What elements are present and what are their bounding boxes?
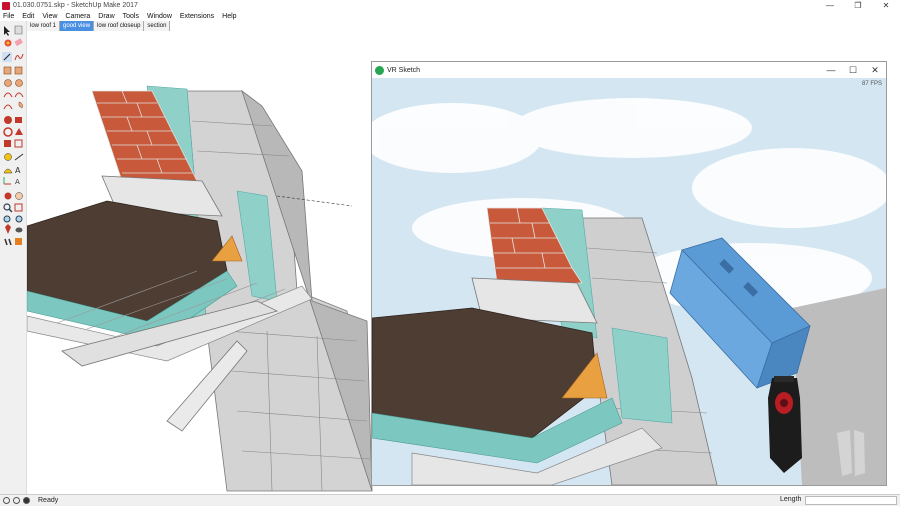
previous-view-icon[interactable] <box>15 215 23 223</box>
sketchup-app: 01.030.0751.skp - SketchUp Make 2017 — ❐… <box>0 0 900 506</box>
tab-good-view[interactable]: good view <box>60 21 95 31</box>
menu-camera[interactable]: Camera <box>65 13 90 20</box>
maximize-button[interactable]: ❐ <box>844 0 872 11</box>
vr-close-button[interactable]: ✕ <box>864 62 886 78</box>
toolbar-icons: A A <box>2 25 24 246</box>
zoom-icon[interactable] <box>3 203 13 213</box>
polygon-icon[interactable] <box>15 79 23 87</box>
make-component-icon[interactable] <box>14 25 23 35</box>
freehand-icon[interactable] <box>14 53 24 61</box>
menu-file[interactable]: File <box>3 13 14 20</box>
axes-icon[interactable] <box>3 177 11 185</box>
svg-text:A: A <box>15 178 20 186</box>
scale-icon[interactable] <box>4 140 11 147</box>
move-icon[interactable] <box>4 116 12 124</box>
status-bar: Ready Length <box>0 494 900 506</box>
section-plane-icon[interactable] <box>15 238 22 245</box>
vr-controller-icon <box>768 376 802 473</box>
menu-extensions[interactable]: Extensions <box>180 13 214 20</box>
vr-title-bar: VR Sketch <box>372 62 886 78</box>
tab-low-roof-closeup[interactable]: low roof closeup <box>94 21 145 31</box>
window-title: 01.030.0751.skp - SketchUp Make 2017 <box>13 2 138 9</box>
select-tool-icon[interactable] <box>4 26 10 36</box>
close-button[interactable]: ✕ <box>872 0 900 11</box>
vr-window-title: VR Sketch <box>387 66 421 74</box>
arc-icon[interactable] <box>3 92 13 98</box>
credits-icon[interactable] <box>13 497 20 504</box>
offset-icon[interactable] <box>14 139 23 148</box>
two-point-arc-icon[interactable] <box>14 92 24 98</box>
fps-counter: 87 FPS <box>861 81 882 87</box>
menu-tools[interactable]: Tools <box>123 13 139 20</box>
menu-bar: File Edit View Camera Draw Tools Window … <box>0 11 900 21</box>
tab-section[interactable]: section <box>144 21 171 31</box>
vr-sketch-window[interactable]: VR Sketch — ☐ ✕ 87 FPS <box>371 61 887 486</box>
eraser-icon[interactable] <box>14 38 23 47</box>
protractor-icon[interactable] <box>3 168 13 174</box>
user-icon[interactable] <box>23 497 30 504</box>
measurements-input[interactable] <box>805 496 897 505</box>
three-point-arc-icon[interactable] <box>3 104 13 110</box>
status-text: Ready <box>38 497 59 504</box>
circle-icon[interactable] <box>4 79 12 87</box>
pan-icon[interactable] <box>15 192 23 200</box>
paint-bucket-icon[interactable] <box>4 39 12 47</box>
look-around-icon[interactable] <box>15 227 23 233</box>
minimize-button[interactable]: — <box>816 0 844 11</box>
menu-view[interactable]: View <box>42 13 57 20</box>
tape-measure-icon[interactable] <box>4 153 12 161</box>
rectangle-icon[interactable] <box>3 66 12 75</box>
sketchup-logo-icon <box>2 1 10 10</box>
menu-edit[interactable]: Edit <box>22 13 34 20</box>
dimension-icon[interactable] <box>14 153 24 161</box>
vr-maximize-button[interactable]: ☐ <box>842 62 864 78</box>
title-bar: 01.030.0751.skp - SketchUp Make 2017 — ❐… <box>0 0 900 11</box>
rotate-icon[interactable] <box>3 127 13 137</box>
3d-text-icon[interactable]: A <box>15 178 20 186</box>
scene-tabs: low roof 1 good view low roof closeup se… <box>27 21 171 31</box>
line-tool-icon[interactable] <box>2 52 12 62</box>
position-camera-icon[interactable] <box>5 224 11 234</box>
follow-me-icon[interactable] <box>15 128 23 135</box>
menu-window[interactable]: Window <box>147 13 172 20</box>
vr-minimize-button[interactable]: — <box>820 62 842 78</box>
zoom-window-icon[interactable] <box>14 203 23 212</box>
text-icon[interactable]: A <box>15 166 21 175</box>
measurements-label: Length <box>780 496 802 503</box>
vr-scene <box>372 78 886 485</box>
vr-wall-insulation <box>611 327 673 424</box>
geo-location-icon[interactable] <box>3 497 10 504</box>
push-pull-icon[interactable] <box>15 117 22 123</box>
svg-text:A: A <box>15 166 21 175</box>
vr-viewport[interactable]: 87 FPS <box>372 78 886 485</box>
zoom-extents-icon[interactable] <box>3 215 11 223</box>
walk-icon[interactable] <box>4 238 12 246</box>
vr-sketch-logo-icon <box>375 65 384 75</box>
menu-draw[interactable]: Draw <box>98 13 114 20</box>
large-toolset: A A <box>0 21 27 494</box>
rotated-rectangle-icon[interactable] <box>14 66 23 75</box>
menu-help[interactable]: Help <box>222 13 236 20</box>
tab-low-roof-1[interactable]: low roof 1 <box>27 21 61 31</box>
orbit-icon[interactable] <box>4 192 12 200</box>
pie-icon[interactable] <box>18 101 23 109</box>
